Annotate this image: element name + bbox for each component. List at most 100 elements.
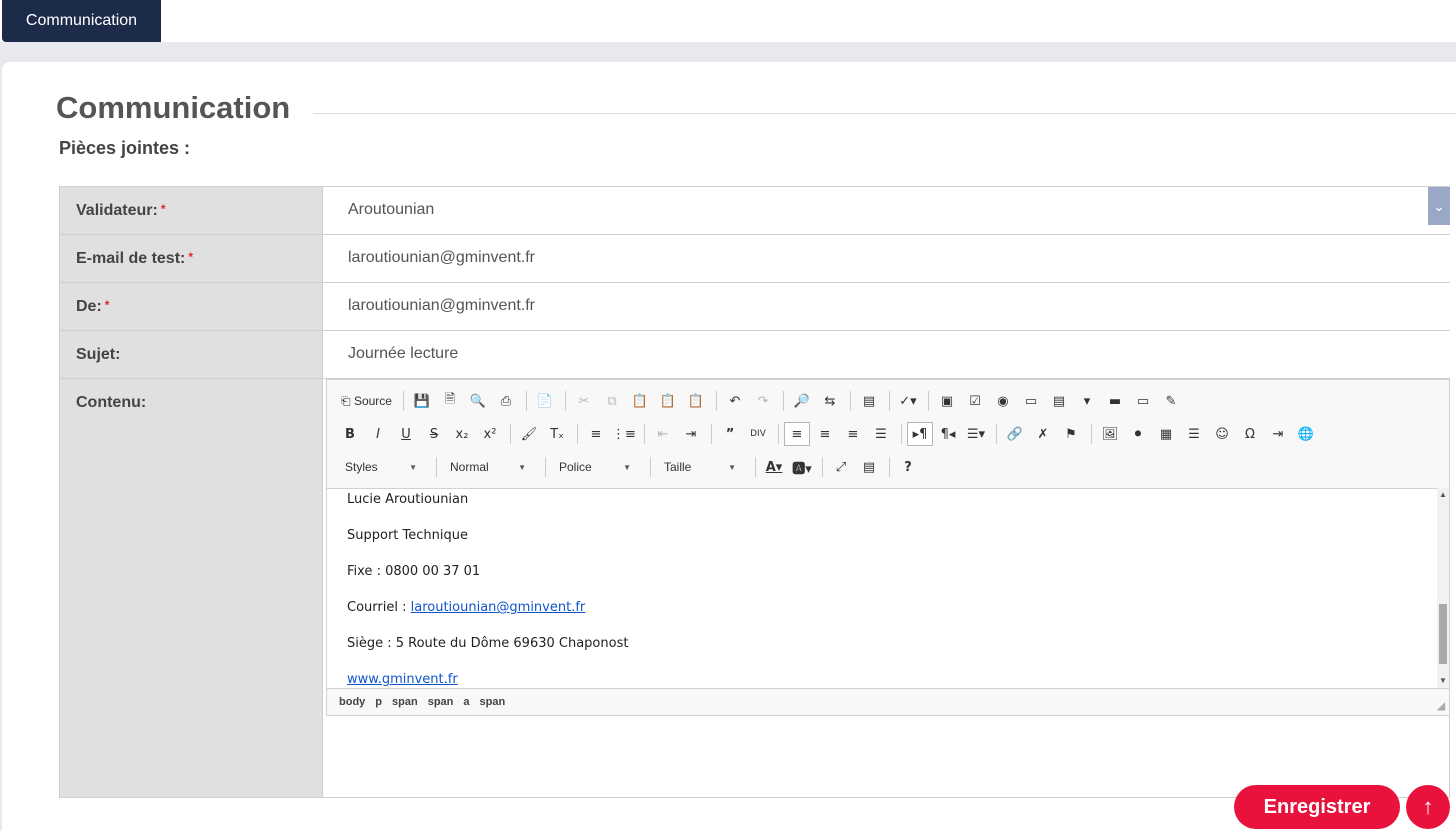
path-item[interactable]: span bbox=[392, 696, 418, 708]
align-right-icon[interactable]: ≡ bbox=[840, 422, 866, 446]
paste-icon[interactable]: 📋 bbox=[627, 389, 653, 413]
redo-icon[interactable]: ↷ bbox=[750, 389, 776, 413]
rtl-icon[interactable]: ¶◂ bbox=[935, 422, 961, 446]
title-divider bbox=[313, 113, 1456, 114]
div-container-icon[interactable]: DIV bbox=[745, 422, 771, 446]
rich-text-editor: ⎗ Source 💾 🗎 🔍 ⎙ 📄 ✂ ⧉ 📋 📋 📋 ↶ ↷ 🔎 ⇆ ▤ ✓… bbox=[326, 379, 1450, 716]
image-button-icon[interactable]: ▭ bbox=[1130, 389, 1156, 413]
preview-icon[interactable]: 🔍 bbox=[465, 389, 491, 413]
subject-label: Sujet: bbox=[60, 331, 322, 379]
strike-icon[interactable]: S bbox=[421, 422, 447, 446]
from-label: De: * bbox=[60, 283, 322, 331]
scroll-to-top-button[interactable]: ↑ bbox=[1406, 785, 1450, 829]
textfield-icon[interactable]: ▭ bbox=[1018, 389, 1044, 413]
anchor-icon[interactable]: ⚑ bbox=[1058, 422, 1084, 446]
from-field[interactable]: laroutiounian@gminvent.fr bbox=[323, 283, 1450, 331]
horizontal-rule-icon[interactable]: ☰ bbox=[1181, 422, 1207, 446]
page-break-icon[interactable]: ⇥ bbox=[1265, 422, 1291, 446]
signature-email: Courriel : laroutiounian@gminvent.fr bbox=[347, 600, 586, 615]
numbered-list-icon[interactable]: ≡ bbox=[583, 422, 609, 446]
find-icon[interactable]: 🔎 bbox=[789, 389, 815, 413]
underline-icon[interactable]: U bbox=[393, 422, 419, 446]
print-icon[interactable]: ⎙ bbox=[493, 389, 519, 413]
save-icon[interactable]: 💾 bbox=[409, 389, 435, 413]
required-marker: * bbox=[104, 298, 110, 312]
text-color-icon[interactable]: A▾ bbox=[761, 455, 787, 479]
replace-icon[interactable]: ⇆ bbox=[817, 389, 843, 413]
path-item[interactable]: a bbox=[463, 696, 469, 708]
flash-icon[interactable]: ⚫ bbox=[1125, 422, 1151, 446]
validator-select[interactable]: Aroutounian bbox=[323, 187, 1450, 235]
resize-handle-icon[interactable]: ◢ bbox=[1437, 701, 1445, 712]
tab-communication[interactable]: Communication bbox=[2, 0, 161, 42]
chevron-down-icon[interactable]: ⌄ bbox=[1428, 187, 1450, 225]
form-icon[interactable]: ▣ bbox=[934, 389, 960, 413]
show-blocks-icon[interactable]: ▤ bbox=[856, 455, 882, 479]
spellcheck-icon[interactable]: ✓▾ bbox=[895, 389, 921, 413]
smiley-icon[interactable]: ☺ bbox=[1209, 422, 1235, 446]
signature-address: Siège : 5 Route du Dôme 69630 Chaponost bbox=[347, 636, 629, 651]
save-button[interactable]: Enregistrer bbox=[1234, 785, 1400, 829]
align-left-icon[interactable]: ≡ bbox=[784, 422, 810, 446]
website-link[interactable]: www.gminvent.fr bbox=[347, 672, 458, 687]
help-icon[interactable]: ? bbox=[895, 455, 921, 479]
blockquote-icon[interactable]: ” bbox=[717, 422, 743, 446]
superscript-icon[interactable]: x² bbox=[477, 422, 503, 446]
scrollbar-thumb[interactable] bbox=[1439, 604, 1447, 664]
special-char-icon[interactable]: Ω bbox=[1237, 422, 1263, 446]
button-field-icon[interactable]: ▬ bbox=[1102, 389, 1128, 413]
required-marker: * bbox=[188, 250, 194, 264]
language-icon[interactable]: ☰▾ bbox=[963, 422, 989, 446]
paste-text-icon[interactable]: 📋 bbox=[655, 389, 681, 413]
element-path-bar: body p span span a span ◢ bbox=[327, 688, 1449, 715]
subject-field[interactable]: Journée lecture bbox=[323, 331, 1450, 379]
bold-icon[interactable]: B bbox=[337, 422, 363, 446]
italic-icon[interactable]: I bbox=[365, 422, 391, 446]
ltr-icon[interactable]: ▸¶ bbox=[907, 422, 933, 446]
bg-color-icon[interactable]: 🅰▾ bbox=[789, 455, 815, 479]
outdent-icon[interactable]: ⇤ bbox=[650, 422, 676, 446]
required-marker: * bbox=[160, 202, 166, 216]
new-page-icon[interactable]: 🗎 bbox=[437, 389, 463, 413]
paste-word-icon[interactable]: 📋 bbox=[683, 389, 709, 413]
source-button[interactable]: ⎗ Source bbox=[337, 389, 396, 413]
copy-icon[interactable]: ⧉ bbox=[599, 389, 625, 413]
test-email-field[interactable]: laroutiounian@gminvent.fr bbox=[323, 235, 1450, 283]
remove-format-icon[interactable]: Tₓ bbox=[544, 422, 570, 446]
editor-content-area[interactable]: Lucie Aroutiounian Support Technique Fix… bbox=[327, 488, 1437, 688]
justify-icon[interactable]: ☰ bbox=[868, 422, 894, 446]
align-center-icon[interactable]: ≡ bbox=[812, 422, 838, 446]
path-item[interactable]: body bbox=[339, 696, 365, 708]
undo-icon[interactable]: ↶ bbox=[722, 389, 748, 413]
bullet-list-icon[interactable]: ⋮≡ bbox=[611, 422, 637, 446]
hidden-field-icon[interactable]: ✎ bbox=[1158, 389, 1184, 413]
path-item[interactable]: span bbox=[428, 696, 454, 708]
size-dropdown[interactable]: Taille ▼ bbox=[656, 456, 742, 478]
radio-icon[interactable]: ◉ bbox=[990, 389, 1016, 413]
format-dropdown[interactable]: Normal ▼ bbox=[442, 456, 532, 478]
arrow-up-icon: ↑ bbox=[1422, 794, 1434, 819]
scroll-up-icon[interactable]: ▲ bbox=[1437, 488, 1449, 502]
maximize-icon[interactable]: ⤢ bbox=[828, 455, 854, 479]
editor-scrollbar[interactable]: ▲ ▼ bbox=[1437, 488, 1449, 688]
table-icon[interactable]: ▦ bbox=[1153, 422, 1179, 446]
textarea-icon[interactable]: ▤ bbox=[1046, 389, 1072, 413]
path-item[interactable]: p bbox=[375, 696, 382, 708]
unlink-icon[interactable]: ✗ bbox=[1030, 422, 1056, 446]
image-icon[interactable]: 🖼 bbox=[1097, 422, 1123, 446]
scroll-down-icon[interactable]: ▼ bbox=[1437, 674, 1449, 688]
select-all-icon[interactable]: ▤ bbox=[856, 389, 882, 413]
subscript-icon[interactable]: x₂ bbox=[449, 422, 475, 446]
indent-icon[interactable]: ⇥ bbox=[678, 422, 704, 446]
copy-format-icon[interactable]: 🖌 bbox=[516, 422, 542, 446]
link-icon[interactable]: 🔗 bbox=[1002, 422, 1028, 446]
font-dropdown[interactable]: Police ▼ bbox=[551, 456, 637, 478]
styles-dropdown[interactable]: Styles ▼ bbox=[337, 456, 423, 478]
email-link[interactable]: laroutiounian@gminvent.fr bbox=[411, 600, 586, 615]
checkbox-icon[interactable]: ☑ bbox=[962, 389, 988, 413]
select-field-icon[interactable]: ▾ bbox=[1074, 389, 1100, 413]
templates-icon[interactable]: 📄 bbox=[532, 389, 558, 413]
iframe-icon[interactable]: 🌐 bbox=[1293, 422, 1319, 446]
path-item[interactable]: span bbox=[480, 696, 506, 708]
cut-icon[interactable]: ✂ bbox=[571, 389, 597, 413]
